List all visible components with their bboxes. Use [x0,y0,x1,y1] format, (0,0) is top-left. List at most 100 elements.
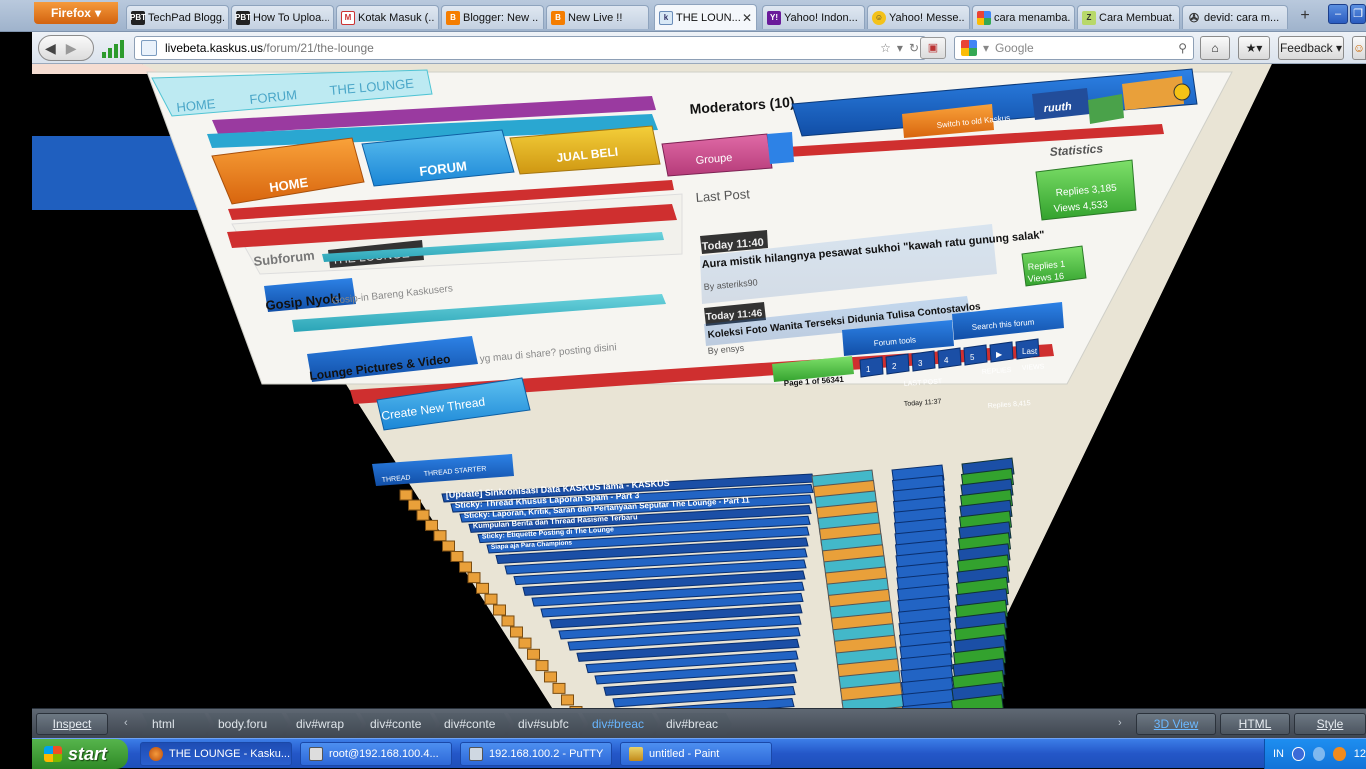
tab-cara-menambah[interactable]: cara menamba... [972,5,1075,29]
url-bar[interactable]: livebeta.kaskus.us/forum/21/the-lounge ☆… [134,36,926,60]
task-terminal[interactable]: root@192.168.100.4... [300,742,452,766]
tab-yahoo-messenger[interactable]: ☺ Yahoo! Messe... [867,5,970,29]
minimize-icon[interactable]: – [1328,4,1348,24]
tab-label: Yahoo! Indon... [784,11,858,24]
thread-status-icon [467,572,481,584]
inspector-toolbar: Inspect ‹ html body.foru div#wrap div#co… [32,708,1366,738]
kaskus-icon: k [659,10,673,25]
crumb-label: div#wrap [296,717,345,731]
3d-view-button[interactable]: 3D View [1136,713,1216,735]
site-identity-icon[interactable] [141,40,157,56]
yahoo-icon: Y! [767,10,781,25]
home-button[interactable]: ⌂ [1200,36,1230,60]
tab-blogger[interactable]: B Blogger: New ... [441,5,544,29]
crumb-div-breadcrumb[interactable]: div#breac [656,713,732,735]
top-strip [32,64,162,74]
thread-status-icon [408,499,421,511]
bookmarks-button[interactable]: ★▾ [1238,36,1270,60]
update-icon[interactable] [1333,747,1346,761]
start-label: start [68,743,108,764]
scroll-up-button[interactable] [767,132,794,164]
url-host: livebeta.kaskus.us [165,41,264,55]
tab-label: THE LOUN... [676,11,741,24]
navigation-toolbar: ◀ ▶ livebeta.kaskus.us/forum/21/the-loun… [32,32,1366,64]
tab-yahoo-indonesia[interactable]: Y! Yahoo! Indon... [762,5,865,29]
thread-status-icon [484,593,498,605]
tab-techpad[interactable]: PBT TechPad Blogg... [126,5,229,29]
restore-icon[interactable]: ❐ [1350,4,1366,24]
crumb-scroll-left-icon[interactable]: ‹ [124,717,128,729]
crumb-label: div#breac [666,717,719,731]
system-tray: IN 12 [1264,739,1366,769]
search-placeholder: Google [995,41,1034,55]
task-paint[interactable]: untitled - Paint [620,742,772,766]
page-button-1[interactable] [859,356,884,378]
inspect-button[interactable]: Inspect [36,713,108,735]
google-engine-icon[interactable] [961,40,977,56]
devid-icon: ✇ [1188,10,1200,25]
crumb-div-wrap[interactable]: div#wrap [286,713,362,735]
start-button[interactable]: start [32,739,128,769]
back-arrow-icon[interactable]: ◀ [45,40,56,57]
youtube-extension-icon[interactable]: ▣ [920,37,946,59]
page-button-4[interactable] [937,347,962,369]
crumb-div-breadcrumb-active[interactable]: div#breac [582,713,658,735]
task-putty[interactable]: 192.168.100.2 - PuTTY [460,742,612,766]
firefox-menu-button[interactable]: Firefox ▾ [34,2,118,24]
3d-scene[interactable]: HOME FORUM THE LOUNGE Moderators (10) Sw… [32,64,1366,708]
search-bar[interactable]: ▾ Google ⚲ [954,36,1194,60]
html-panel-button[interactable]: HTML [1220,713,1290,735]
new-tab-button[interactable]: + [1293,6,1317,28]
thread-status-icon [433,530,447,542]
tab-cara-membuat[interactable]: Z Cara Membuat... [1077,5,1180,29]
task-firefox[interactable]: THE LOUNGE - Kasku... [140,742,292,766]
chevron-down-icon: ▾ [1336,41,1343,55]
crumb-div-subforum[interactable]: div#subfc [508,713,584,735]
feedback-label: Feedback [1279,41,1333,55]
network-icon[interactable] [1292,747,1305,761]
tab-how-to-upload[interactable]: PBT How To Uploa... [231,5,334,29]
reload-icon[interactable]: ↻ [909,41,919,55]
style-panel-button[interactable]: Style [1294,713,1366,735]
crumb-html[interactable]: html [142,713,210,735]
thread-status-icon [501,615,515,627]
volume-icon[interactable] [1312,747,1326,761]
thread-status-icon [544,671,557,683]
crumb-body[interactable]: body.foru [208,713,288,735]
close-tab-icon[interactable]: ✕ [742,11,752,25]
tab-devid[interactable]: ✇ devid: cara m... [1182,5,1288,29]
firefox-icon [149,747,163,761]
bookmarks-icon: ★▾ [1245,41,1263,55]
crumb-div-content-1[interactable]: div#conte [360,713,436,735]
dropdown-arrow-icon: ▾ [94,6,102,20]
search-engine-dropdown-icon[interactable]: ▾ [983,41,989,55]
search-icon[interactable]: ⚲ [1178,41,1187,55]
language-indicator[interactable]: IN [1273,748,1284,760]
windows-logo-icon [44,746,62,762]
page-button-5[interactable] [963,344,988,366]
page-button-2[interactable] [885,353,910,375]
crumb-scroll-right-icon[interactable]: › [1118,717,1122,729]
thread-status-icon [561,694,574,706]
thread-status-icon [535,660,549,672]
crumb-div-content-2[interactable]: div#conte [434,713,510,735]
gmail-icon: M [341,10,355,25]
forward-arrow-icon[interactable]: ▶ [66,40,77,57]
tab-gmail[interactable]: M Kotak Masuk (... [336,5,439,29]
3d-view-viewport[interactable]: HOME FORUM THE LOUNGE Moderators (10) Sw… [32,64,1366,708]
tab-label: Blogger: New ... [463,11,539,24]
signal-strength-icon[interactable] [102,38,124,58]
tab-the-lounge[interactable]: k THE LOUN... ✕ [654,4,757,30]
addon-icon[interactable]: ☺ [1352,36,1366,60]
feedback-button[interactable]: Feedback ▾ [1278,36,1344,60]
bookmark-star-icon[interactable]: ☆ [880,41,891,55]
page-button-label: 1 [866,365,871,374]
putty-icon [469,747,483,761]
history-dropdown-icon[interactable]: ▾ [897,41,903,55]
thread-status-icon [416,509,430,521]
blogger-icon: B [551,10,565,25]
thread-status-icon [425,519,438,531]
help-icon[interactable] [1173,83,1191,101]
tab-new-live[interactable]: B New Live !! [546,5,649,29]
page-button-3[interactable] [911,350,936,372]
